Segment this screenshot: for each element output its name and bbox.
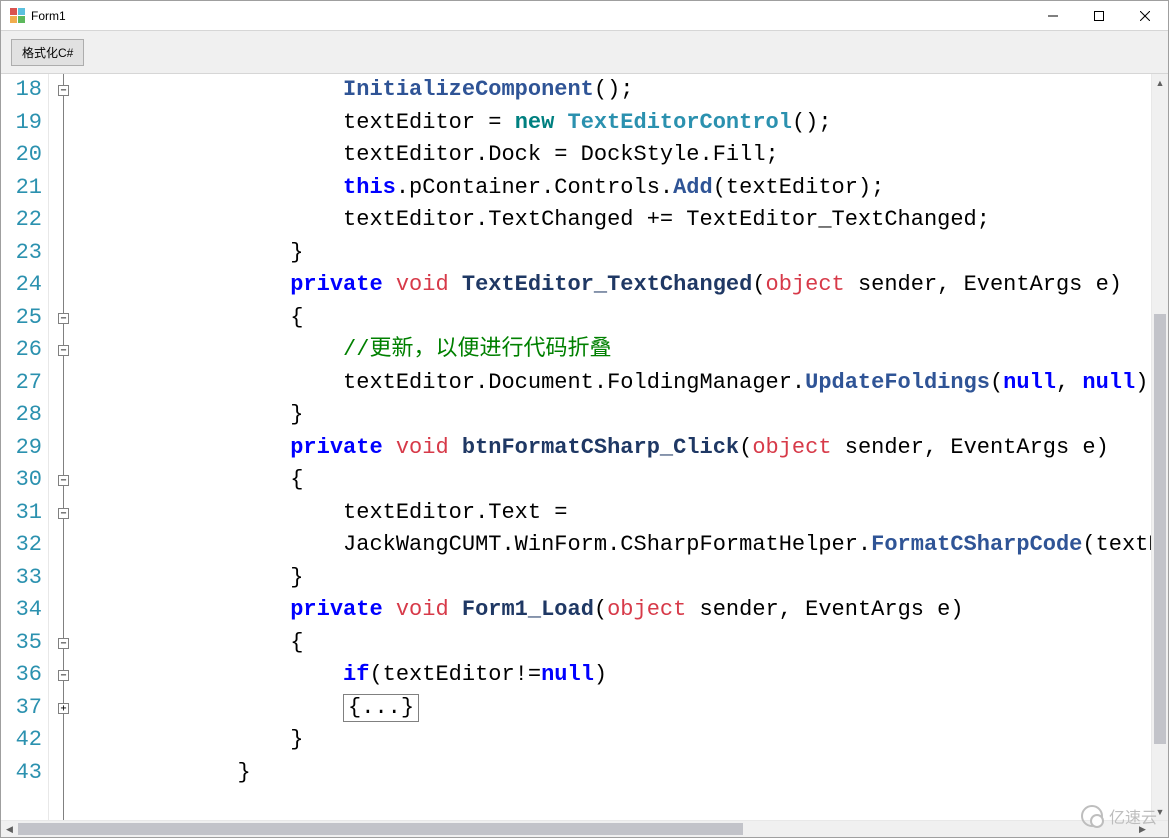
code-line[interactable]: textEditor.Text = [79, 497, 1151, 530]
code-line[interactable]: if(textEditor!=null) [79, 659, 1151, 692]
watermark-text: 亿速云 [1109, 804, 1157, 828]
toolbar: 格式化C# [1, 31, 1168, 74]
line-number-gutter: 1819202122232425262728293031323334353637… [1, 74, 49, 820]
fold-collapse-icon[interactable]: − [58, 313, 69, 324]
code-line[interactable]: textEditor.Document.FoldingManager.Updat… [79, 367, 1151, 400]
code-line[interactable]: { [79, 302, 1151, 335]
code-line[interactable]: textEditor.TextChanged += TextEditor_Tex… [79, 204, 1151, 237]
code-line[interactable]: private void Form1_Load(object sender, E… [79, 594, 1151, 627]
line-number: 27 [1, 367, 42, 400]
code-line[interactable]: { [79, 464, 1151, 497]
line-number: 29 [1, 432, 42, 465]
titlebar[interactable]: Form1 [1, 1, 1168, 31]
fold-collapse-icon[interactable]: − [58, 85, 69, 96]
line-number: 19 [1, 107, 42, 140]
close-button[interactable] [1122, 1, 1168, 31]
code-line[interactable]: {...} [79, 692, 1151, 725]
watermark-logo-icon [1081, 805, 1103, 827]
code-line[interactable]: private void btnFormatCSharp_Click(objec… [79, 432, 1151, 465]
line-number: 42 [1, 724, 42, 757]
line-number: 34 [1, 594, 42, 627]
app-icon [9, 8, 25, 24]
scroll-up-arrow-icon[interactable]: ▲ [1152, 74, 1168, 91]
fold-collapse-icon[interactable]: − [58, 345, 69, 356]
line-number: 26 [1, 334, 42, 367]
fold-collapse-icon[interactable]: − [58, 475, 69, 486]
vertical-scrollbar[interactable]: ▲ ▼ [1151, 74, 1168, 820]
minimize-button[interactable] [1030, 1, 1076, 31]
horizontal-scrollbar[interactable]: ◀ ▶ [1, 820, 1168, 837]
line-number: 21 [1, 172, 42, 205]
vertical-scroll-thumb[interactable] [1154, 314, 1166, 744]
code-line[interactable]: InitializeComponent(); [79, 74, 1151, 107]
code-line[interactable]: } [79, 724, 1151, 757]
line-number: 36 [1, 659, 42, 692]
code-line[interactable]: JackWangCUMT.WinForm.CSharpFormatHelper.… [79, 529, 1151, 562]
line-number: 24 [1, 269, 42, 302]
code-line[interactable]: { [79, 627, 1151, 660]
code-line[interactable]: } [79, 562, 1151, 595]
line-number: 25 [1, 302, 42, 335]
line-number: 32 [1, 529, 42, 562]
line-number: 18 [1, 74, 42, 107]
code-line[interactable]: } [79, 237, 1151, 270]
fold-collapse-icon[interactable]: − [58, 670, 69, 681]
line-number: 31 [1, 497, 42, 530]
scroll-left-arrow-icon[interactable]: ◀ [1, 821, 18, 837]
fold-collapse-icon[interactable]: − [58, 638, 69, 649]
code-area[interactable]: InitializeComponent(); textEditor = new … [77, 74, 1151, 820]
code-line[interactable]: textEditor = new TextEditorControl(); [79, 107, 1151, 140]
code-line[interactable]: private void TextEditor_TextChanged(obje… [79, 269, 1151, 302]
line-number: 22 [1, 204, 42, 237]
code-line[interactable]: textEditor.Dock = DockStyle.Fill; [79, 139, 1151, 172]
format-csharp-button[interactable]: 格式化C# [11, 39, 84, 66]
line-number: 37 [1, 692, 42, 725]
app-window: Form1 格式化C# 1819202122232425262728293031… [0, 0, 1169, 838]
line-number: 33 [1, 562, 42, 595]
fold-expand-icon[interactable]: + [58, 703, 69, 714]
folded-region[interactable]: {...} [343, 694, 419, 722]
fold-column[interactable]: − − − − − − − + [49, 74, 77, 820]
line-number: 35 [1, 627, 42, 660]
window-title: Form1 [31, 9, 66, 23]
line-number: 20 [1, 139, 42, 172]
code-line[interactable]: //更新，以便进行代码折叠 [79, 334, 1151, 367]
code-line[interactable]: } [79, 757, 1151, 790]
line-number: 28 [1, 399, 42, 432]
fold-collapse-icon[interactable]: − [58, 508, 69, 519]
line-number: 43 [1, 757, 42, 790]
maximize-button[interactable] [1076, 1, 1122, 31]
line-number: 23 [1, 237, 42, 270]
horizontal-scroll-thumb[interactable] [18, 823, 743, 835]
code-line[interactable]: this.pContainer.Controls.Add(textEditor)… [79, 172, 1151, 205]
line-number: 30 [1, 464, 42, 497]
code-editor[interactable]: 1819202122232425262728293031323334353637… [1, 74, 1168, 820]
code-line[interactable]: } [79, 399, 1151, 432]
watermark: 亿速云 [1081, 804, 1157, 828]
